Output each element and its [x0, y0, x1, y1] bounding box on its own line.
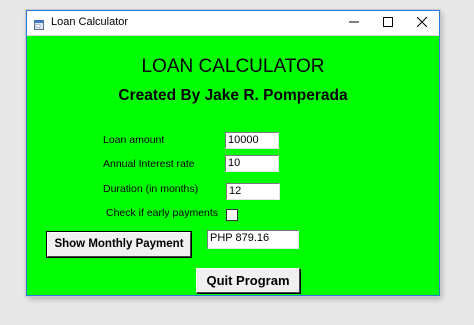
form-area: LOAN CALCULATOR Created By Jake R. Pompe… — [27, 36, 439, 295]
maximize-button[interactable] — [371, 11, 405, 35]
title-bar[interactable]: Loan Calculator — [27, 11, 439, 36]
show-monthly-payment-button[interactable]: Show Monthly Payment — [46, 231, 192, 258]
quit-program-button[interactable]: Quit Program — [196, 268, 300, 293]
close-button[interactable] — [405, 11, 439, 35]
loan-calculator-window: Loan Calculator LOAN CALCULATOR Created … — [26, 10, 440, 296]
minimize-icon — [349, 14, 359, 32]
monthly-payment-result: PHP 879.16 — [207, 230, 299, 249]
loan-amount-label: Loan amount — [103, 134, 165, 146]
duration-label: Duration (in months) — [103, 183, 199, 195]
interest-rate-input[interactable]: 10 — [225, 155, 279, 172]
minimize-button[interactable] — [337, 11, 371, 35]
interest-rate-label: Annual Interest rate — [103, 158, 195, 170]
author-subtitle: Created By Jake R. Pomperada — [118, 87, 348, 104]
app-window-icon — [34, 17, 44, 30]
early-payments-checkbox[interactable] — [226, 209, 238, 221]
duration-input[interactable]: 12 — [226, 183, 280, 200]
early-payments-label: Check if early payments — [106, 207, 219, 219]
loan-amount-input[interactable]: 10000 — [225, 132, 279, 149]
window-title: Loan Calculator — [51, 16, 129, 28]
maximize-icon — [383, 14, 393, 32]
close-icon — [416, 14, 428, 32]
page-title: LOAN CALCULATOR — [141, 56, 325, 77]
